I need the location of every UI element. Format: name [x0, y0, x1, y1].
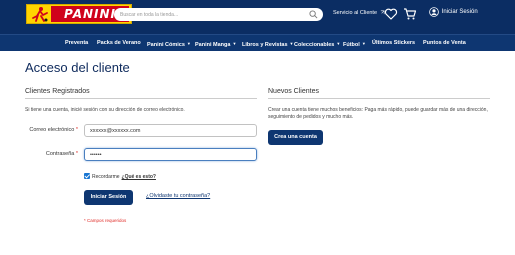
password-label: Contraseña * [22, 151, 78, 157]
footballer-logo-icon [30, 6, 50, 23]
nav-label: Panini Manga [195, 42, 231, 48]
user-icon [429, 7, 439, 17]
chevron-down-icon: ▼ [361, 41, 366, 46]
password-field[interactable] [84, 148, 257, 161]
what-is-this-link[interactable]: ¿Qué es esto? [122, 174, 156, 180]
registered-customers-title: Clientes Registrados [25, 88, 90, 95]
nav-item-coleccionables[interactable]: Coleccionables ▼ [294, 35, 340, 52]
divider [25, 98, 257, 99]
divider [268, 98, 490, 99]
login-button[interactable]: Iniciar Sesión [84, 190, 133, 205]
search-input[interactable] [120, 8, 305, 21]
required-mark: * [75, 151, 78, 157]
email-field[interactable] [84, 124, 257, 137]
registered-intro-text: Si tiene una cuenta, inicié sesión con s… [25, 107, 185, 113]
required-mark: * [75, 127, 78, 133]
header-login-link[interactable]: Iniciar Sesión [429, 7, 478, 21]
create-account-button[interactable]: Crea una cuenta [268, 130, 323, 145]
new-customers-intro-text: Crear una cuenta tiene muchos beneficios… [268, 107, 488, 120]
nav-label: Preventa [65, 40, 89, 46]
nav-label: Panini Cómics [147, 42, 185, 48]
nav-item-puntos-de-venta[interactable]: Puntos de Venta [423, 35, 466, 52]
nav-item-panini-manga[interactable]: Panini Manga ▼ [195, 35, 236, 52]
nav-label: Puntos de Venta [423, 40, 466, 46]
nav-item-ultimos-stickers[interactable]: Últimos Stickers [372, 35, 415, 52]
required-fields-note: * Campos requeridos [84, 218, 127, 223]
nav-label: Coleccionables [294, 42, 335, 48]
site-header: PANINI Servicio al Cliente Iniciar Sesió… [0, 0, 515, 34]
nav-item-libros-y-revistas[interactable]: Libros y Revistas ▼ [242, 35, 294, 52]
remember-me[interactable]: Recordarme ¿Qué es esto? [84, 173, 156, 180]
remember-me-label: Recordarme [92, 174, 120, 180]
nav-item-panini-comics[interactable]: Panini Cómics ▼ [147, 35, 191, 52]
email-label-text: Correo electrónico [29, 127, 75, 133]
nav-item-packs-de-verano[interactable]: Packs de Verano [97, 35, 141, 52]
remember-me-checkbox[interactable] [84, 173, 90, 179]
nav-label: Fútbol [343, 42, 360, 48]
chevron-down-icon: ▼ [232, 41, 237, 46]
search-icon[interactable] [309, 10, 318, 19]
header-login-label: Iniciar Sesión [441, 9, 478, 15]
nav-item-preventa[interactable]: Preventa [65, 35, 88, 52]
search-box [114, 8, 323, 21]
chevron-down-icon: ▼ [186, 41, 191, 46]
new-customers-title: Nuevos Clientes [268, 88, 319, 95]
chevron-down-icon: ▼ [336, 41, 341, 46]
chevron-down-icon: ▼ [289, 41, 294, 46]
customer-service-link[interactable]: Servicio al Cliente [333, 10, 385, 16]
cart-icon[interactable] [403, 7, 417, 21]
heart-icon[interactable] [384, 7, 398, 21]
nav-label: Packs de Verano [97, 40, 141, 46]
nav-label: Últimos Stickers [372, 40, 416, 46]
nav-label: Libros y Revistas [242, 42, 288, 48]
nav-item-futbol[interactable]: Fútbol ▼ [343, 35, 366, 52]
page-title: Acceso del cliente [25, 60, 130, 75]
main-navigation: Preventa Packs de Verano Panini Cómics ▼ … [0, 34, 515, 51]
password-label-text: Contraseña [45, 151, 75, 157]
forgot-password-link[interactable]: ¿Olvidaste tu contraseña? [146, 193, 210, 199]
email-label: Correo electrónico * [22, 127, 78, 133]
customer-service-label: Servicio al Cliente [333, 10, 378, 16]
